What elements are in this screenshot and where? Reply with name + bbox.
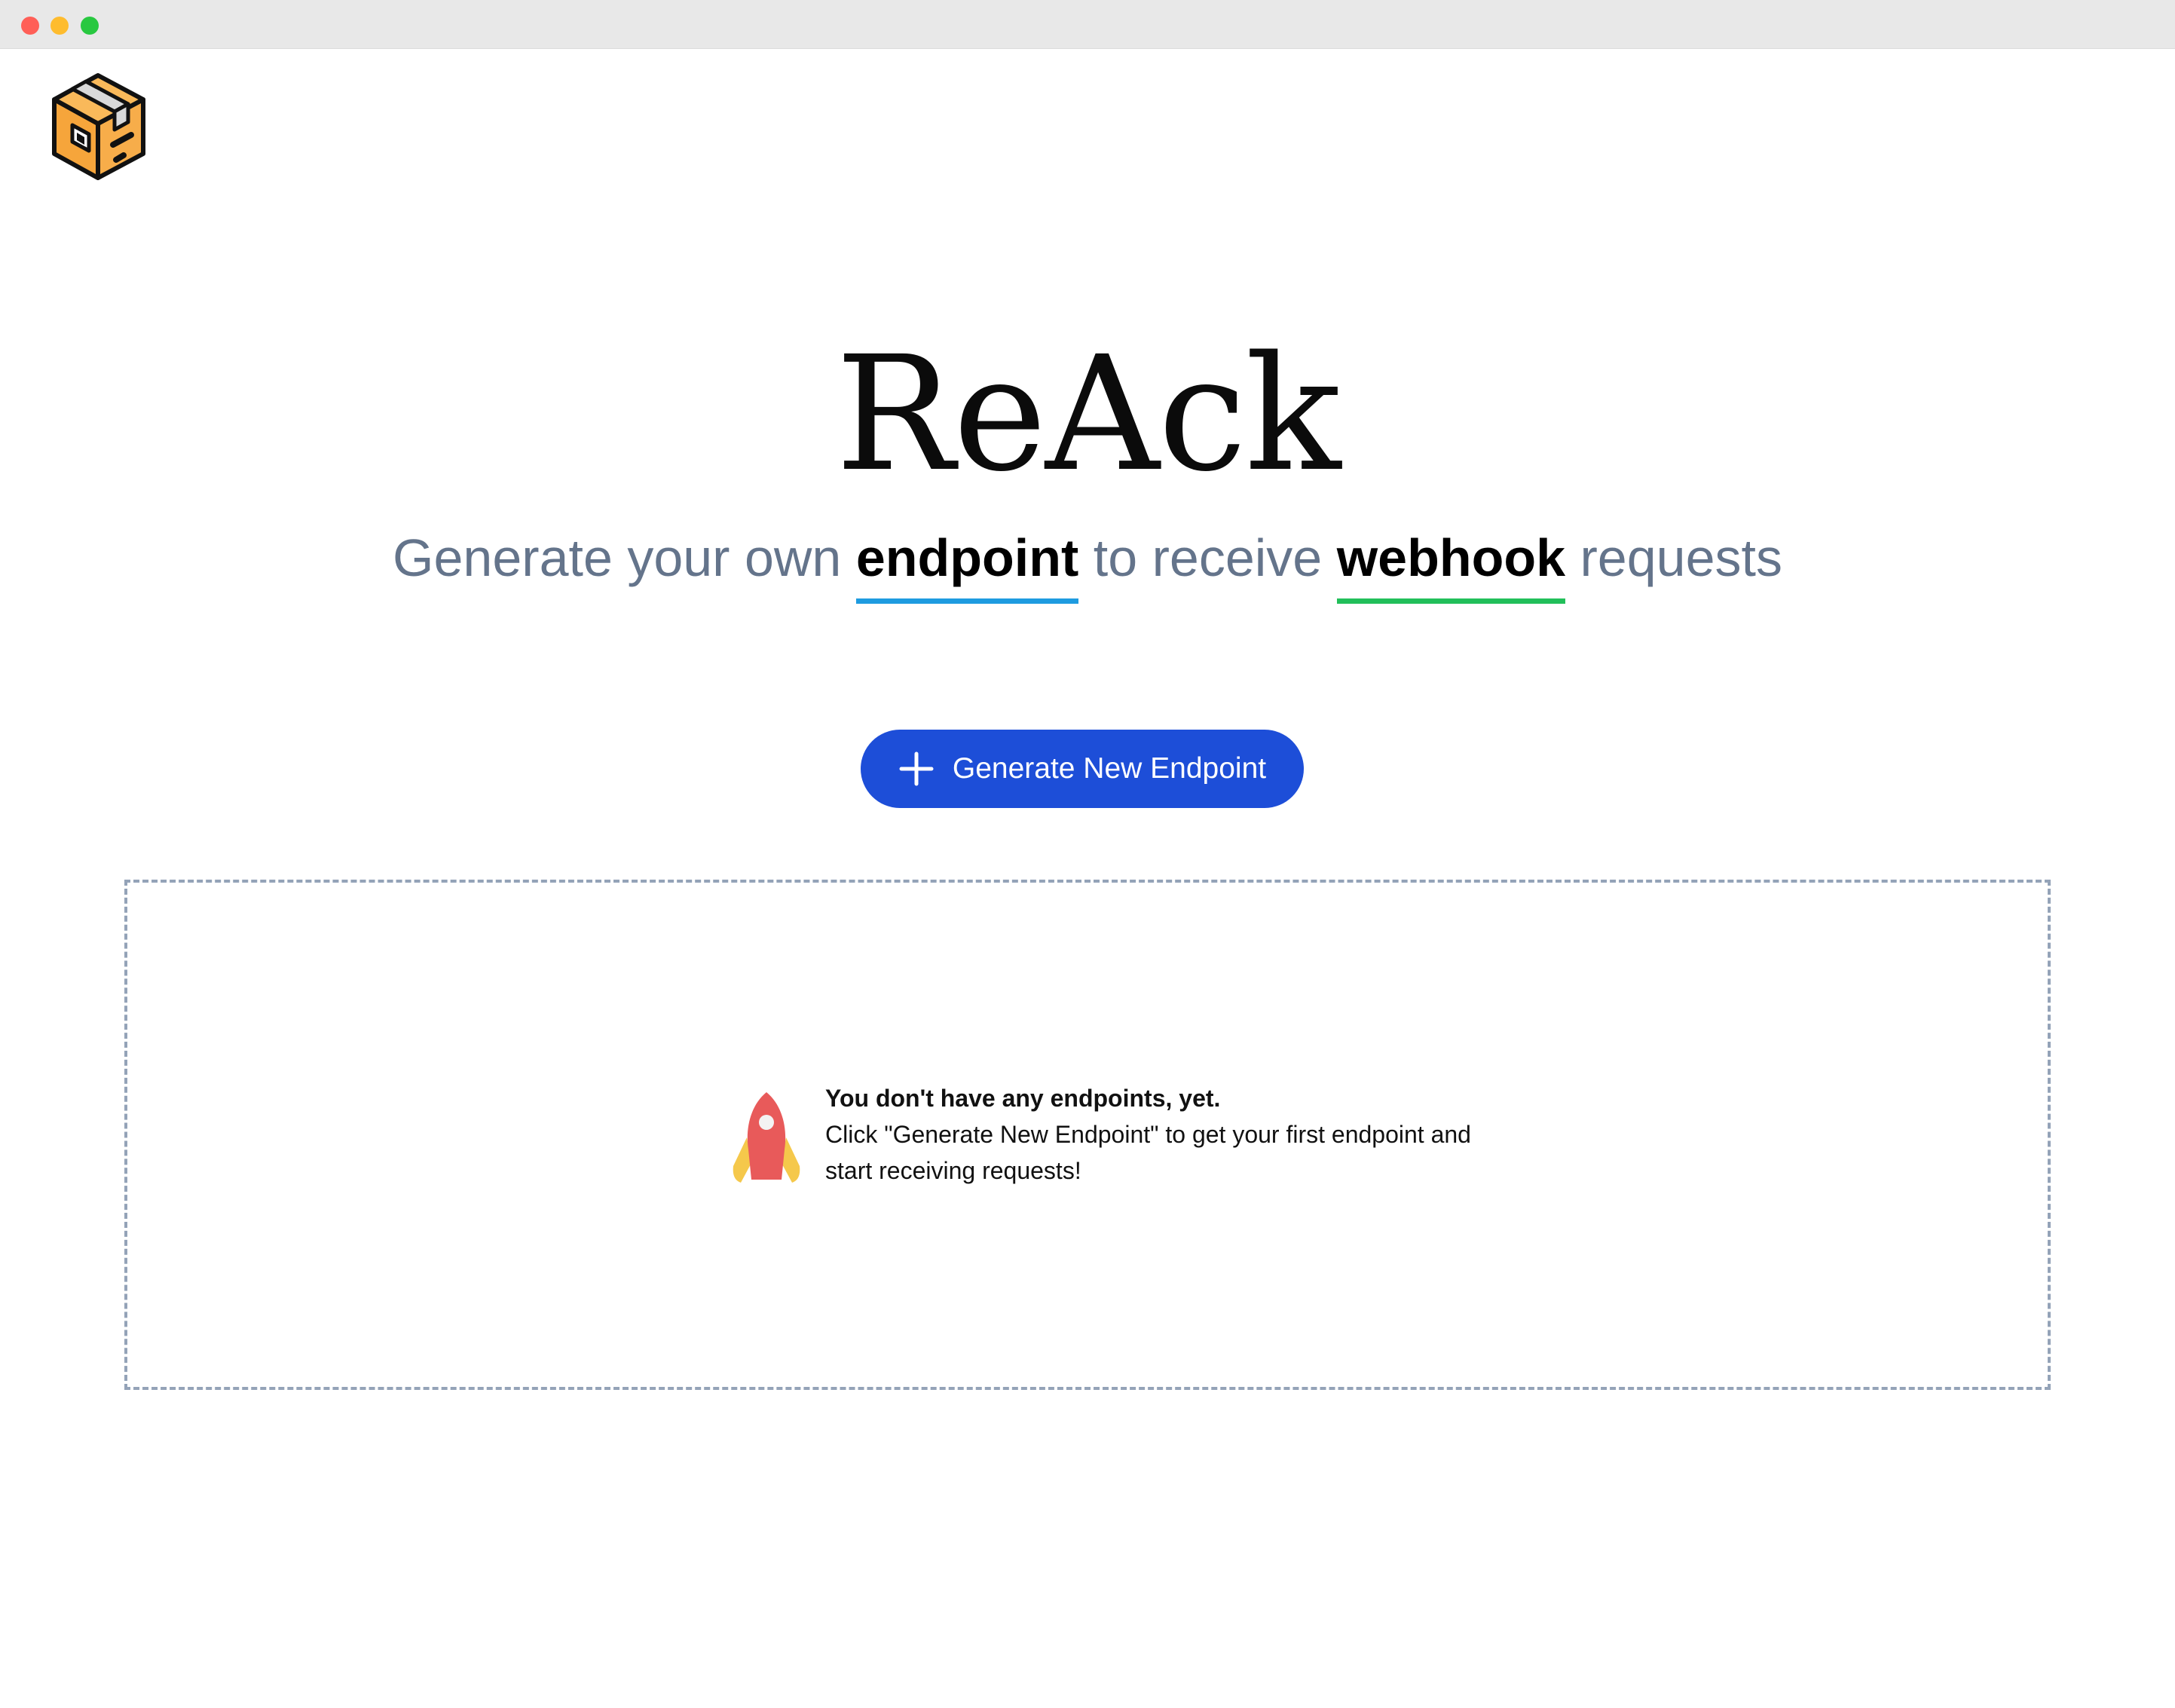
package-box-icon[interactable] [50,72,148,181]
window-titlebar [0,0,2175,49]
endpoints-empty-state: You don't have any endpoints, yet. Click… [124,880,2051,1390]
subtitle-text-2: to receive [1078,528,1337,587]
empty-state-body: Click "Generate New Endpoint" to get you… [825,1121,1471,1184]
subtitle-keyword-webhook: webhook [1336,520,1566,604]
subtitle-text-3: requests [1565,528,1782,587]
generate-new-endpoint-button[interactable]: Generate New Endpoint [861,730,1304,808]
window-zoom-button[interactable] [81,17,99,35]
page-title: ReAck [835,322,1341,507]
window-close-button[interactable] [21,17,39,35]
page-subtitle: Generate your own endpoint to receive we… [0,520,2175,604]
empty-state-message: You don't have any endpoints, yet. Click… [825,1080,1654,1189]
plus-icon [898,751,935,787]
empty-state-heading: You don't have any endpoints, yet. [825,1085,1221,1112]
window-minimize-button[interactable] [50,17,69,35]
generate-button-label: Generate New Endpoint [952,752,1267,785]
subtitle-text-1: Generate your own [393,528,856,587]
subtitle-keyword-endpoint: endpoint [855,520,1079,604]
rocket-icon [730,1091,803,1184]
